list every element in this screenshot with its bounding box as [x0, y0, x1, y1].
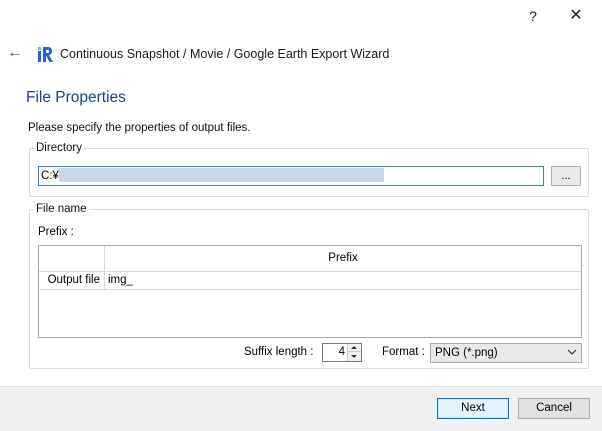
table-corner	[39, 246, 105, 272]
format-label: Format :	[382, 346, 425, 358]
spin-down-button[interactable]	[347, 352, 361, 361]
chevron-down-icon	[567, 349, 577, 355]
directory-input[interactable]: C:¥	[38, 166, 544, 186]
output-file-row-header: Output file	[39, 272, 105, 290]
wizard-title: Continuous Snapshot / Movie / Google Ear…	[60, 47, 390, 61]
spin-up-icon	[351, 346, 357, 349]
help-button[interactable]: ?	[518, 4, 548, 28]
format-select[interactable]: PNG (*.png)	[430, 343, 582, 363]
spin-up-button[interactable]	[347, 344, 361, 352]
footer-bar	[0, 386, 602, 431]
prefix-cell[interactable]: img_	[105, 272, 581, 290]
prefix-label: Prefix :	[38, 226, 74, 238]
format-selected-value: PNG (*.png)	[435, 347, 498, 359]
cancel-button[interactable]: Cancel	[518, 398, 590, 419]
file-name-legend: File name	[36, 203, 87, 215]
prefix-column-header: Prefix	[105, 246, 581, 272]
directory-path-text: C:¥	[41, 170, 59, 182]
next-button[interactable]: Next	[437, 398, 509, 419]
browse-button[interactable]: ...	[551, 166, 581, 186]
directory-legend: Directory	[36, 142, 83, 154]
close-button[interactable]: ✕	[561, 4, 591, 28]
suffix-length-value[interactable]: 4	[323, 344, 347, 361]
directory-path-redacted	[58, 167, 384, 182]
spin-down-icon	[351, 355, 357, 358]
suffix-length-label: Suffix length :	[244, 346, 314, 358]
prefix-table: Prefix Output file img_	[38, 245, 582, 338]
back-arrow-icon[interactable]: ←	[4, 42, 26, 64]
suffix-length-spinner[interactable]: 4	[322, 343, 362, 362]
page-description: Please specify the properties of output …	[28, 122, 251, 134]
app-logo-icon	[38, 47, 53, 62]
page-title: File Properties	[26, 89, 126, 106]
